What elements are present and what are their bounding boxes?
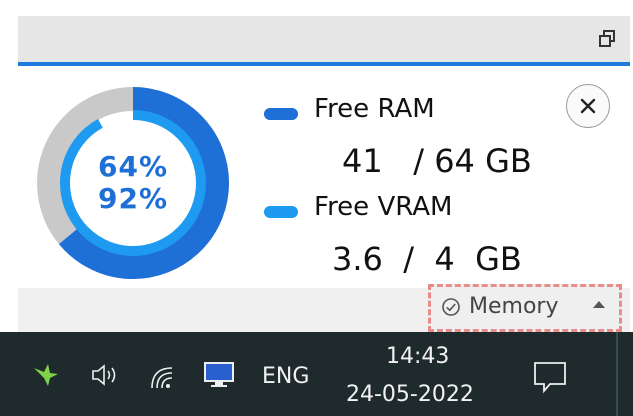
notification-icon[interactable]: [532, 360, 568, 394]
check-circle-icon: [442, 297, 460, 316]
ram-label: Free RAM: [314, 94, 435, 124]
wifi-icon[interactable]: [148, 362, 178, 390]
vram-swatch: [264, 206, 298, 218]
restore-icon[interactable]: [598, 30, 616, 48]
ram-value: 41 / 64 GB: [342, 142, 532, 180]
close-icon: [580, 98, 596, 114]
vram-value: 3.6 / 4 GB: [332, 240, 522, 278]
close-button[interactable]: [566, 84, 610, 128]
vram-label: Free VRAM: [314, 192, 453, 222]
memory-dropdown-label: Memory: [469, 294, 559, 319]
taskbar: ENG 14:43 24-05-2022: [0, 332, 633, 416]
monitor-icon[interactable]: [202, 360, 236, 390]
vram-percent: 92%: [97, 182, 169, 215]
clock-date[interactable]: 24-05-2022: [346, 382, 474, 407]
caret-up-icon: [593, 301, 605, 308]
clock-time[interactable]: 14:43: [386, 344, 449, 369]
ram-swatch: [264, 108, 298, 120]
app-bird-icon[interactable]: [30, 358, 62, 390]
ram-percent: 64%: [97, 150, 169, 183]
donut-center: 64% 92%: [28, 78, 238, 288]
language-indicator[interactable]: ENG: [262, 364, 309, 389]
memory-widget: 64% 92% Free RAM 41 / 64 GB Free VRAM 3.…: [18, 66, 630, 288]
widget-title-bar: [18, 16, 630, 63]
speaker-icon[interactable]: [90, 362, 124, 388]
memory-dropdown[interactable]: Memory: [428, 284, 622, 332]
taskbar-edge: [616, 332, 618, 416]
